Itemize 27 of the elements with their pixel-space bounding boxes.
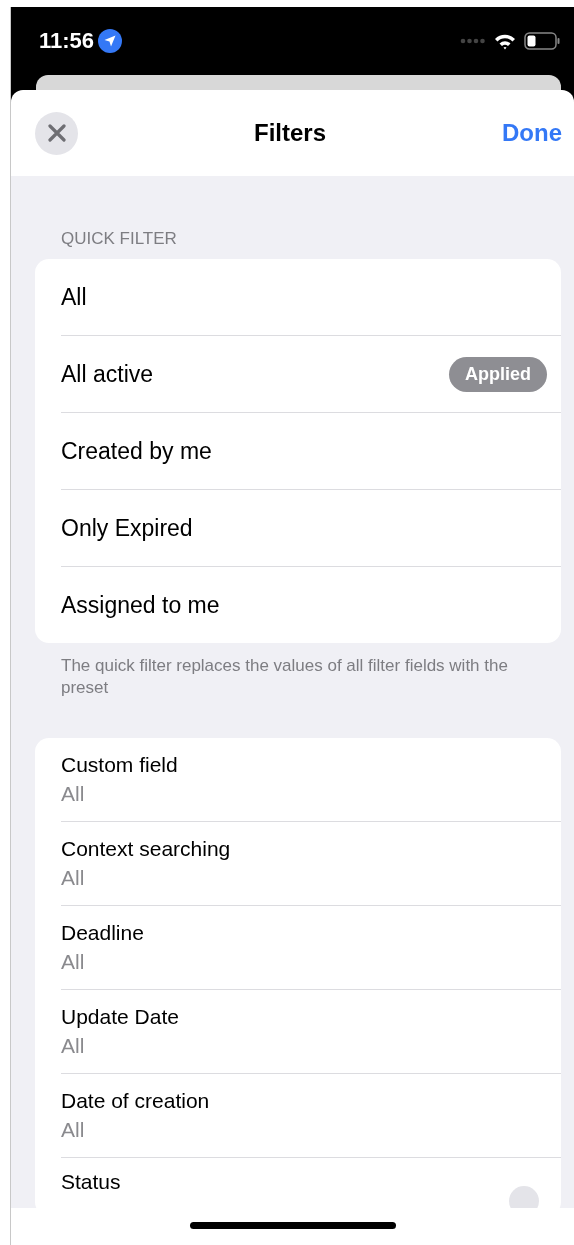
signal-icon [460,38,486,44]
field-value: All [61,782,86,806]
field-label[interactable]: Status [61,1170,509,1194]
field-label[interactable]: Update Date [61,1005,539,1029]
field-label[interactable]: Date of creation [61,1089,539,1113]
quick-filter-option[interactable]: All active [61,360,449,388]
sheet-title: Filters [253,119,327,147]
field-label[interactable]: Custom field [61,753,539,777]
field-value: All [61,1118,86,1142]
done-button[interactable]: Done [502,119,562,147]
section-footer: The quick filter replaces the values of all filter fields with the preset [35,643,561,699]
quick-filter-option[interactable]: Only Expired [61,514,547,542]
battery-icon [524,32,560,50]
section-heading: QUICK FILTER [60,228,178,250]
field-value: All [61,1034,86,1058]
field-label[interactable]: Deadline [61,921,539,945]
field-value: All [61,866,86,890]
field-label[interactable]: Context searching [61,837,539,861]
applied-badge: Applied [449,356,547,392]
quick-filter-option[interactable]: All [61,283,547,311]
quick-filter-option[interactable]: Created by me [61,437,547,465]
field-value: All [61,950,86,974]
close-icon [47,124,66,142]
status-time: 11:56 [39,28,95,54]
quick-filter-option[interactable]: Assigned to me [61,591,547,619]
wifi-icon [494,32,516,50]
close-button[interactable] [35,111,78,155]
